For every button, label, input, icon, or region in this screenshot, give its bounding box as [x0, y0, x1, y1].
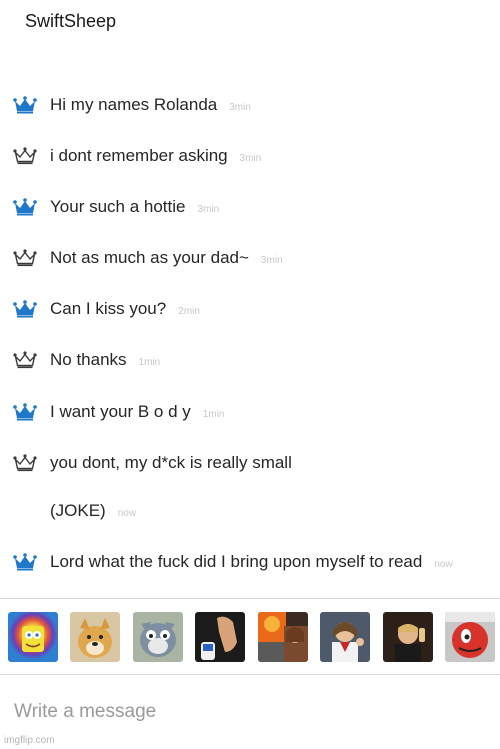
toast-icon[interactable] — [383, 612, 433, 662]
message-text: No thanks — [50, 350, 127, 369]
message-timestamp: now — [117, 508, 137, 519]
message-text: (JOKE) — [50, 501, 106, 520]
chat-message: I want your B o d y 1min — [0, 399, 500, 425]
tom-cat-icon[interactable] — [133, 612, 183, 662]
message-text: Your such a hottie — [50, 197, 186, 216]
message-timestamp: 3min — [229, 102, 251, 113]
message-timestamp: now — [434, 559, 453, 570]
message-timestamp: 3min — [197, 204, 220, 215]
message-timestamp: 1min — [202, 409, 225, 420]
chat-message: i dont remember asking 3min — [0, 143, 500, 169]
sticker-bar — [0, 612, 500, 664]
doge-icon[interactable] — [70, 612, 120, 662]
chat-message: (JOKE) now — [0, 498, 500, 524]
message-text: I want your B o d y — [50, 402, 191, 421]
watermark: imgflip.com — [4, 735, 55, 746]
chat-message: Lord what the fuck did I bring upon myse… — [0, 549, 500, 575]
hand-icon[interactable] — [195, 612, 245, 662]
message-text: i dont remember asking — [50, 146, 228, 165]
message-text: Lord what the fuck did I bring upon myse… — [50, 552, 423, 571]
chat-message: Your such a hottie 3min — [0, 194, 500, 220]
disaster-girl-icon[interactable] — [258, 612, 308, 662]
crown-icon — [13, 96, 37, 114]
red-character-icon[interactable] — [445, 612, 495, 662]
crown-icon — [13, 198, 37, 216]
message-text: you dont, my d*ck is really small — [50, 453, 292, 472]
crown-icon — [13, 454, 37, 472]
message-text: Can I kiss you? — [50, 299, 167, 318]
crown-icon — [13, 249, 37, 267]
divider — [0, 598, 500, 599]
message-timestamp: 3min — [260, 255, 283, 266]
chat-message: you dont, my d*ck is really small — [0, 450, 500, 476]
message-text: Not as much as your dad~ — [50, 248, 249, 267]
chat-message: Hi my names Rolanda 3min — [0, 92, 500, 118]
crown-icon — [13, 553, 37, 571]
jesus-icon[interactable] — [320, 612, 370, 662]
spongebob-icon[interactable] — [8, 612, 58, 662]
message-timestamp: 2min — [178, 306, 200, 317]
chat-title: SwiftSheep — [25, 11, 117, 31]
chat-message: No thanks 1min — [0, 347, 500, 373]
chat-message: Not as much as your dad~ 3min — [0, 245, 500, 271]
crown-icon — [13, 147, 37, 165]
crown-icon — [13, 351, 37, 369]
crown-icon — [13, 300, 37, 318]
divider — [0, 674, 500, 675]
message-timestamp: 1min — [138, 357, 161, 368]
chat-message: Can I kiss you? 2min — [0, 296, 500, 322]
message-timestamp: 3min — [239, 153, 262, 164]
crown-icon — [13, 403, 37, 421]
message-text: Hi my names Rolanda — [50, 95, 218, 114]
message-input[interactable] — [14, 701, 474, 723]
